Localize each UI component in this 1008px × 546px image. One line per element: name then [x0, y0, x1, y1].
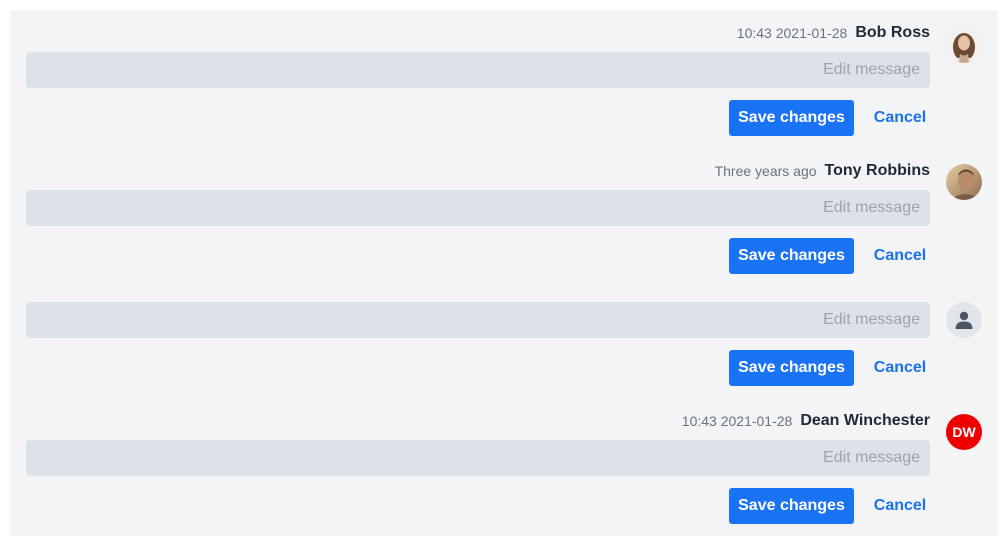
- cancel-button[interactable]: Cancel: [866, 488, 934, 524]
- avatar-photo-icon: [946, 164, 982, 200]
- avatar-initials: DW: [946, 414, 982, 450]
- message-header: Three years ago Tony Robbins: [715, 160, 930, 182]
- message-author: Bob Ross: [855, 24, 930, 41]
- save-changes-button[interactable]: Save changes: [729, 488, 854, 524]
- cancel-button[interactable]: Cancel: [866, 238, 934, 274]
- edit-message-input[interactable]: [26, 302, 930, 338]
- avatar: [946, 27, 982, 63]
- edit-message-input[interactable]: [26, 190, 930, 226]
- user-icon: [955, 311, 973, 329]
- save-changes-button[interactable]: Save changes: [729, 350, 854, 386]
- message-author: Tony Robbins: [824, 162, 930, 179]
- avatar: [946, 302, 982, 338]
- cancel-button[interactable]: Cancel: [866, 350, 934, 386]
- message-header: 10:43 2021-01-28 Dean Winchester: [682, 410, 930, 432]
- save-changes-button[interactable]: Save changes: [729, 100, 854, 136]
- message-author: Dean Winchester: [800, 412, 930, 429]
- save-changes-button[interactable]: Save changes: [729, 238, 854, 274]
- message-header: 10:43 2021-01-28 Bob Ross: [737, 22, 930, 44]
- edit-message-input[interactable]: [26, 440, 930, 476]
- edit-message-input[interactable]: [26, 52, 930, 88]
- message-timestamp: Three years ago: [714, 163, 817, 179]
- message-timestamp: 10:43 2021-01-28: [736, 25, 848, 41]
- message-timestamp: 10:43 2021-01-28: [681, 413, 793, 429]
- avatar-photo-icon: [946, 27, 982, 63]
- message-list: 10:43 2021-01-28 Bob Ross Save changes C…: [10, 10, 998, 536]
- cancel-button[interactable]: Cancel: [866, 100, 934, 136]
- avatar: [946, 164, 982, 200]
